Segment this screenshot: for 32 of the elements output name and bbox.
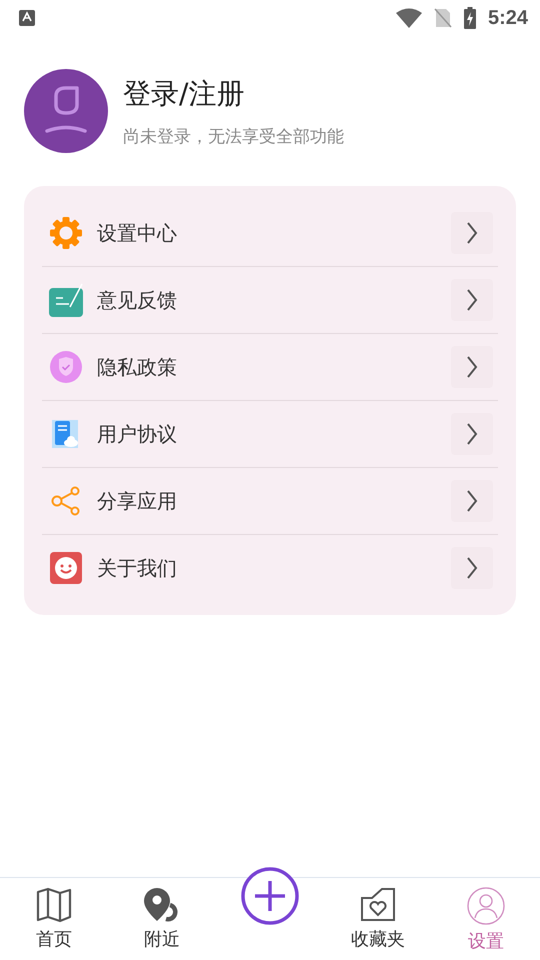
chevron-right-icon — [451, 413, 493, 455]
nav-tab[interactable]: 首页 — [0, 878, 108, 951]
wifi-icon — [396, 8, 422, 28]
menu-item[interactable]: 设置中心 — [42, 200, 498, 266]
nav-tab[interactable]: 附近 — [108, 878, 216, 951]
chevron-right-icon — [451, 547, 493, 589]
clock-time: 5:24 — [488, 6, 528, 30]
folder-heart-icon — [360, 887, 396, 923]
menu-item[interactable]: 分享应用 — [42, 468, 498, 534]
menu-item[interactable]: 用户协议 — [42, 401, 498, 467]
login-hint: 尚未登录，无法享受全部功能 — [123, 126, 344, 148]
no-sim-icon — [434, 8, 452, 28]
menu-item[interactable]: 隐私政策 — [42, 334, 498, 400]
person-icon — [467, 887, 505, 925]
chevron-right-icon — [451, 346, 493, 388]
login-register-link[interactable]: 登录/注册 — [123, 74, 344, 112]
note-pencil-icon — [49, 283, 83, 317]
nav-tab[interactable]: 收藏夹 — [324, 878, 432, 951]
chevron-right-icon — [451, 279, 493, 321]
shield-check-icon — [49, 350, 83, 384]
smiley-icon — [49, 551, 83, 585]
menu-item[interactable]: 关于我们 — [42, 535, 498, 601]
keyboard-icon — [19, 10, 35, 26]
menu-item[interactable]: 意见反馈 — [42, 267, 498, 333]
gear-icon — [49, 216, 83, 250]
avatar-icon[interactable] — [24, 69, 108, 153]
map-icon — [36, 887, 72, 923]
chevron-right-icon — [451, 212, 493, 254]
chevron-right-icon — [451, 480, 493, 522]
add-button[interactable] — [240, 866, 300, 926]
nav-tab[interactable]: 设置 — [432, 878, 540, 953]
battery-charging-icon — [464, 7, 476, 29]
